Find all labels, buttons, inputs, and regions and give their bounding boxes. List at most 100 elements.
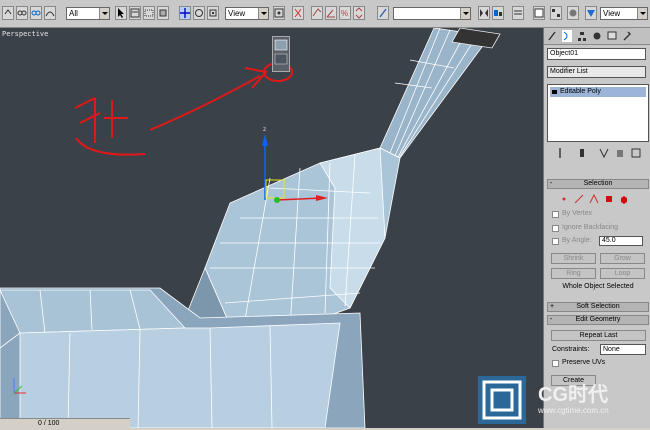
perspective-viewport[interactable]: Perspective z [0, 28, 543, 428]
chevron-down-icon [460, 8, 470, 19]
border-level-icon[interactable] [589, 193, 599, 205]
select-by-name-icon[interactable] [129, 6, 141, 20]
by-vertex-checkbox[interactable] [552, 211, 559, 218]
selection-rollout-header[interactable]: - Selection [547, 179, 649, 189]
reference-coordinate-dropdown[interactable]: View [225, 7, 269, 20]
reference-coordinate-value: View [228, 9, 246, 18]
selection-filter-dropdown[interactable]: All [66, 7, 110, 20]
select-object-icon[interactable] [115, 6, 127, 20]
material-editor-icon[interactable] [567, 6, 579, 20]
ring-button[interactable]: Ring [551, 268, 596, 279]
selection-status: Whole Object Selected [562, 283, 634, 290]
edit-named-selection-icon[interactable] [377, 6, 389, 20]
ignore-backfacing-label: Ignore Backfacing [562, 224, 619, 231]
constraints-value: None [603, 346, 620, 353]
subobject-level-buttons [547, 191, 649, 205]
angle-spinner[interactable]: 45.0 [599, 236, 643, 246]
edit-geometry-rollout-header[interactable]: - Edit Geometry [547, 315, 649, 325]
stack-controls [547, 146, 649, 160]
edit-geometry-title: Edit Geometry [575, 316, 621, 323]
scale-icon[interactable] [207, 6, 219, 20]
named-selection-dropdown[interactable] [393, 7, 471, 20]
expand-icon: + [550, 303, 555, 310]
utilities-tab-icon[interactable] [622, 30, 632, 42]
red-annotation [74, 62, 293, 156]
svg-text:%: % [341, 9, 348, 18]
select-manipulate-icon[interactable] [292, 6, 304, 20]
render-view-value: View [603, 9, 621, 18]
spinner-snap-icon[interactable] [353, 6, 365, 20]
pivot-point-icon[interactable] [273, 6, 285, 20]
configure-sets-icon[interactable] [631, 147, 641, 159]
by-vertex-label: By Vertex [562, 210, 592, 217]
element-level-icon[interactable] [619, 193, 629, 205]
object-name-field[interactable]: Object01 [547, 48, 646, 60]
command-panel-tabs [544, 28, 650, 45]
modifier-list-label: Modifier List [550, 68, 588, 75]
chevron-down-icon [99, 8, 109, 19]
rectangular-selection-icon[interactable] [143, 6, 155, 20]
collapse-icon: - [550, 180, 553, 187]
motion-tab-icon[interactable] [592, 30, 602, 42]
remove-modifier-icon[interactable] [615, 147, 625, 159]
collapse-icon: - [550, 316, 553, 323]
edge-level-icon[interactable] [574, 193, 584, 205]
show-end-result-icon[interactable] [577, 147, 587, 159]
constraints-label: Constraints: [552, 346, 590, 353]
loop-button[interactable]: Loop [600, 268, 645, 279]
modifier-stack-item[interactable]: Editable Poly [550, 87, 646, 97]
constraints-dropdown[interactable]: None [600, 344, 646, 355]
angle-value: 45.0 [602, 237, 616, 244]
render-view-dropdown[interactable]: View [600, 7, 648, 20]
modify-tab-icon[interactable] [562, 30, 572, 42]
repeat-last-button[interactable]: Repeat Last [551, 330, 646, 341]
preserve-uvs-checkbox[interactable] [552, 360, 559, 367]
by-angle-label: By Angle: [562, 237, 592, 244]
time-slider[interactable]: 0 / 100 [0, 418, 130, 429]
move-icon[interactable] [179, 6, 191, 20]
pin-stack-icon[interactable] [555, 147, 565, 159]
display-tab-icon[interactable] [607, 30, 617, 42]
chevron-down-icon [637, 8, 647, 19]
frame-counter: 0 / 100 [38, 420, 60, 427]
snap-toggle-icon[interactable] [311, 6, 323, 20]
ignore-backfacing-checkbox[interactable] [552, 225, 559, 232]
polygon-level-icon[interactable] [604, 193, 614, 205]
grow-button[interactable]: Grow [600, 253, 645, 264]
schematic-view-icon[interactable] [550, 6, 562, 20]
selection-filter-value: All [69, 9, 78, 18]
modifier-stack[interactable]: Editable Poly [547, 84, 649, 142]
watermark-brand: CG时代 [538, 384, 608, 406]
mirror-icon[interactable] [478, 6, 490, 20]
window-crossing-icon[interactable] [157, 6, 169, 20]
bind-space-warp-icon[interactable] [44, 6, 56, 20]
undo-icon[interactable] [2, 6, 14, 20]
curve-editor-icon[interactable] [533, 6, 545, 20]
by-angle-checkbox[interactable] [552, 238, 559, 245]
layer-manager-icon[interactable] [512, 6, 524, 20]
main-toolbar: All View % View [0, 0, 650, 28]
preserve-uvs-label: Preserve UVs [562, 359, 606, 366]
watermark-url: www.cgtime.com.cn [538, 406, 609, 415]
rotate-icon[interactable] [193, 6, 205, 20]
create-tab-icon[interactable] [547, 30, 557, 42]
soft-selection-title: Soft Selection [576, 303, 620, 310]
link-icon[interactable] [16, 6, 28, 20]
shrink-button[interactable]: Shrink [551, 253, 596, 264]
hierarchy-tab-icon[interactable] [577, 30, 587, 42]
viewport-nav-flyout[interactable] [272, 36, 290, 72]
viewport-scene: z [0, 28, 501, 428]
render-scene-icon[interactable] [585, 6, 597, 20]
cgtime-watermark: CG时代 www.cgtime.com.cn [478, 376, 650, 428]
align-icon[interactable] [492, 6, 504, 20]
percent-snap-icon[interactable]: % [339, 6, 351, 20]
make-unique-icon[interactable] [599, 147, 609, 159]
chevron-down-icon [258, 8, 268, 19]
gizmo-z-label: z [263, 126, 266, 133]
modifier-list-dropdown[interactable]: Modifier List [547, 66, 646, 78]
object-name-value: Object01 [550, 50, 579, 57]
vertex-level-icon[interactable] [559, 193, 569, 205]
soft-selection-rollout-header[interactable]: + Soft Selection [547, 302, 649, 312]
unlink-icon[interactable] [30, 6, 42, 20]
angle-snap-icon[interactable] [325, 6, 337, 20]
